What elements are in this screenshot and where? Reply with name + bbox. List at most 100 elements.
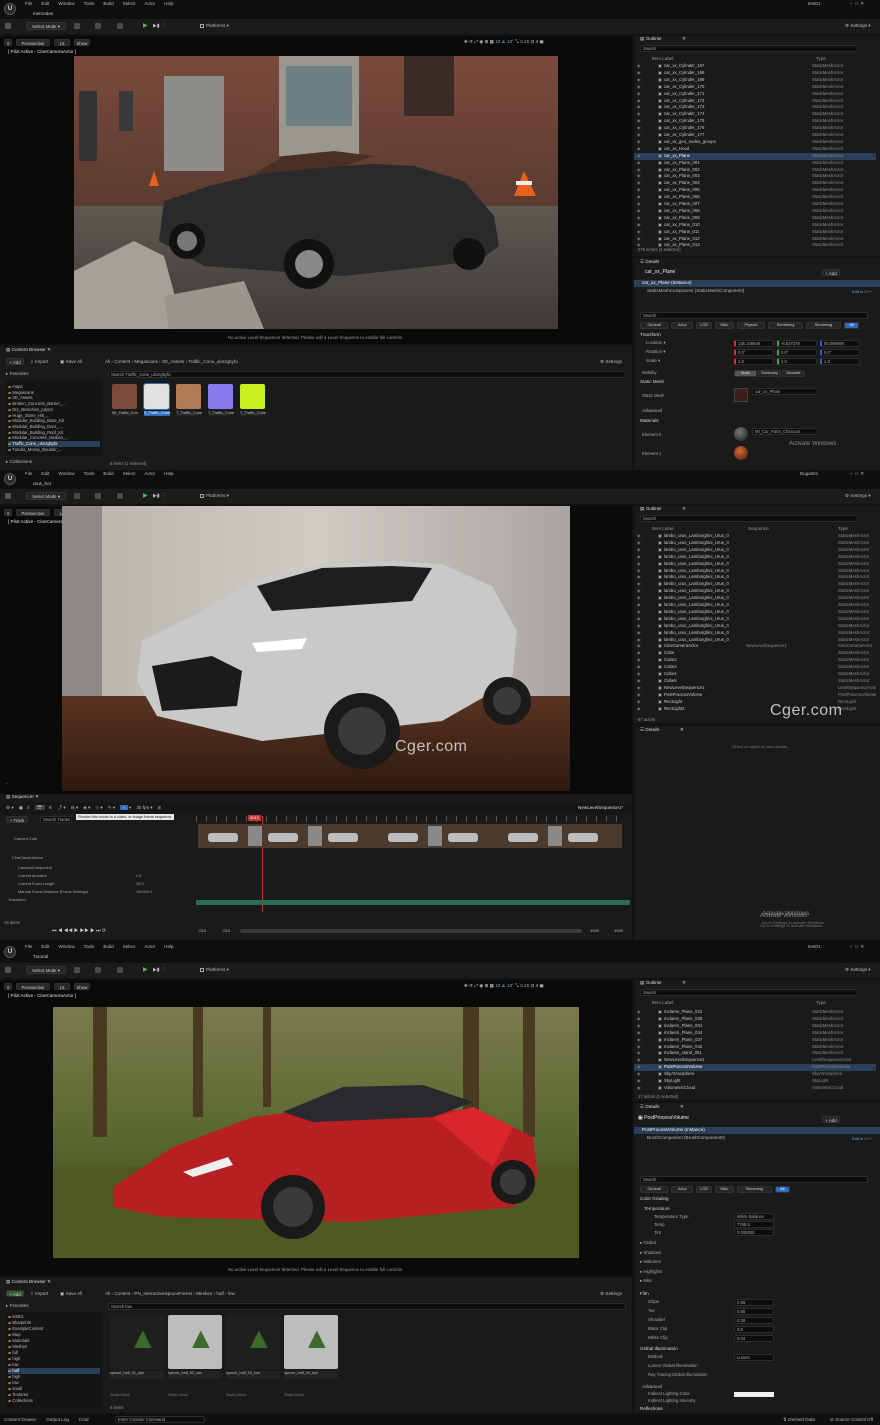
folder-item[interactable]: ▰ high [8,1356,100,1362]
mobility-static[interactable]: Static [734,370,757,377]
visibility-eye-icon[interactable]: ◉ [637,602,641,609]
range-start[interactable]: -015 [198,928,206,934]
outliner-row[interactable]: ◉ ▣ Cube4 StaticMeshActor [634,671,876,678]
outliner-row[interactable]: ◉ ▣ lambo_urus_Lamborghini_Urus_0 StaticMes… [634,630,876,637]
visibility-eye-icon[interactable]: ◉ [637,1064,641,1071]
window-controls[interactable]: – □ ✕ [850,1,864,7]
asset-thumbnail[interactable]: ▲ [284,1315,338,1369]
transform-location-label[interactable]: Location ▾ [646,340,666,346]
range-end2[interactable]: 1000 [614,928,623,934]
outliner-row[interactable]: ◉ ▣ lambo_urus_Lamborghini_Urus_0 StaticMes… [634,623,876,630]
cb-settings[interactable]: ⚙ Settings [600,359,622,365]
outliner-row[interactable]: ◉ ▣ car_xx_Plane_003 StaticMeshActor [634,173,876,180]
outliner-row[interactable]: ◉ ▣ mclaren_Plane_022 StaticMeshActor [634,1009,876,1016]
outliner-row[interactable]: ◉ ▣ Cube5 StaticMeshActor [634,678,876,685]
level-tab[interactable]: urus_bot [33,481,51,487]
film-header[interactable]: Film [640,1291,649,1297]
track-row[interactable]: Transform [8,897,26,903]
temp-field[interactable]: 7748.5 [734,1221,774,1228]
menu-item-select[interactable]: Select [123,944,136,949]
outliner-row[interactable]: ◉ ▣ lambo_urus_Lamborghini_Urus_0 StaticMes… [634,616,876,623]
mobility-movable[interactable]: Movable [782,370,805,377]
visibility-eye-icon[interactable]: ◉ [637,229,641,236]
outliner-row[interactable]: ◉ ▣ lambo_urus_Lamborghini_Urus_0 StaticMes… [634,540,876,547]
blueprint-icon[interactable] [95,493,101,499]
outliner-row[interactable]: ◉ ▣ lambo_urus_Lamborghini_Urus_0 StaticMes… [634,609,876,616]
import-button[interactable]: ⇩ Import [30,1291,48,1297]
menu-item-edit[interactable]: Edit [41,1,49,6]
sequencer-tools[interactable]: ⚙ ▾ ▣ ≡ 🎬 ⚟ ⤴ ▾ ⊟ ▾ ◈ ▾ ◇ ▾ ✎ ▾ ∩ ▾ 30 f… [6,805,161,811]
breadcrumb-item[interactable]: low [228,1291,235,1296]
menu-item-help[interactable]: Help [164,1,173,6]
transform-scale-label[interactable]: Scale ▾ [646,358,660,364]
visibility-eye-icon[interactable]: ◉ [637,630,641,637]
transform-tools[interactable]: ✥ ⟳ ⤢ ◉ ⊞ ▦ 10 ∠ 10° ⤡ 0.25 ⊡ 4 ▣ [464,39,544,45]
visibility-eye-icon[interactable]: ◉ [637,1016,641,1023]
menu-item-edit[interactable]: Edit [41,471,49,476]
gi-row-select[interactable]: Lumen [734,1354,774,1361]
range-scrollbar[interactable] [240,929,582,933]
reflections-header[interactable]: Reflections [640,1406,663,1412]
details-tab[interactable]: ☰ Details [640,259,659,265]
cb-search[interactable]: Search Traffic_Cone_uknzgbyfa [108,371,626,378]
menu-item-file[interactable]: File [25,944,32,949]
outliner-row[interactable]: ◉ ▣ Cube2 StaticMeshActor [634,657,876,664]
menu-item-file[interactable]: File [25,1,32,6]
track-row[interactable]: CameraComponent [18,865,52,871]
folder-item[interactable]: ▰ Textures [8,1392,100,1398]
detail-tab-physics[interactable]: Physics [736,322,766,329]
visibility-eye-icon[interactable]: ◉ [637,187,641,194]
perspective-button[interactable]: Perspective [16,39,50,46]
step-icon[interactable]: ▶▮ ⋮ [153,967,166,973]
cinematics-icon[interactable] [117,967,123,973]
detail-tab-lod[interactable]: LOD [696,1186,712,1193]
viewport-menu-button[interactable]: ≡ [4,983,12,990]
outliner-row[interactable]: ◉ ▣ lambo_urus_Lamborghini_Urus_0 StaticMes… [634,602,876,609]
breadcrumb-item[interactable]: Content [114,359,130,364]
detail-tab-streaming[interactable]: Streaming [736,1186,772,1193]
add-button[interactable]: + Add [6,358,24,365]
play-icon[interactable]: ▶ [143,493,148,499]
outliner-row[interactable]: ◉ ▣ Cube3 StaticMeshActor [634,664,876,671]
visibility-eye-icon[interactable]: ◉ [637,98,641,105]
save-icon[interactable] [5,493,11,499]
outliner-tab[interactable]: ▤ Outliner ✕ [640,506,686,512]
visibility-eye-icon[interactable]: ◉ [637,111,641,118]
outliner-search[interactable]: Search [640,989,858,996]
visibility-eye-icon[interactable]: ◉ [637,1085,641,1092]
track-row[interactable]: Camera Cuts [14,836,37,842]
transform-scale-x[interactable]: 1.0 [734,358,774,365]
temp-type-select[interactable]: White Balance [734,1213,774,1220]
select-mode-button[interactable]: Select Mode ▾ [26,966,66,974]
level-tab[interactable]: mercedes [33,11,53,17]
add-actor-icon[interactable] [74,967,80,973]
visibility-eye-icon[interactable]: ◉ [637,125,641,132]
transform-rotation-label[interactable]: Rotation ▾ [646,349,665,355]
viewport-menu-button[interactable]: ≡ [4,509,12,516]
lit-button[interactable]: Lit [54,983,70,990]
asset-thumbnail[interactable] [112,384,137,409]
grading-section[interactable]: ▸ Misc [640,1278,652,1284]
static-mesh-select[interactable]: car_xx_Plane [752,388,818,395]
visibility-eye-icon[interactable]: ◉ [637,1009,641,1016]
film-row-field[interactable]: 0.26 [734,1317,774,1324]
visibility-eye-icon[interactable]: ◉ [637,104,641,111]
outliner-row[interactable]: ◉ ▣ lambo_urus_Lamborghini_Urus_0 StaticMes… [634,637,876,644]
step-icon[interactable]: ▶▮ ⋮ [153,23,166,29]
save-icon[interactable] [5,967,11,973]
asset-thumbnail[interactable]: ▲ [110,1315,164,1369]
outliner-row[interactable]: ◉ ▣ car_xx_Cylinder_171 StaticMeshActor [634,91,876,98]
outliner-row[interactable]: ◉ ▣ car_xx_Cylinder_175 StaticMeshActor [634,118,876,125]
edit-cpp-link[interactable]: Edit in C++ [852,289,872,295]
outliner-row[interactable]: ◉ ▣ NewLevelSequence1 LevelSequenceActor [634,1057,876,1064]
add-button[interactable]: + Add [6,1290,24,1297]
visibility-eye-icon[interactable]: ◉ [637,132,641,139]
visibility-eye-icon[interactable]: ◉ [637,671,641,678]
outliner-row[interactable]: ◉ ▣ car_xx_Plane_002 StaticMeshActor [634,167,876,174]
range-end[interactable]: 1000 [590,928,599,934]
status-cmd[interactable]: Cmd [79,1417,89,1422]
menu-item-file[interactable]: File [25,471,32,476]
range-start2[interactable]: -015 [222,928,230,934]
temperature-header[interactable]: Temperature [644,1206,670,1212]
grading-section[interactable]: ▸ Highlights [640,1269,662,1275]
